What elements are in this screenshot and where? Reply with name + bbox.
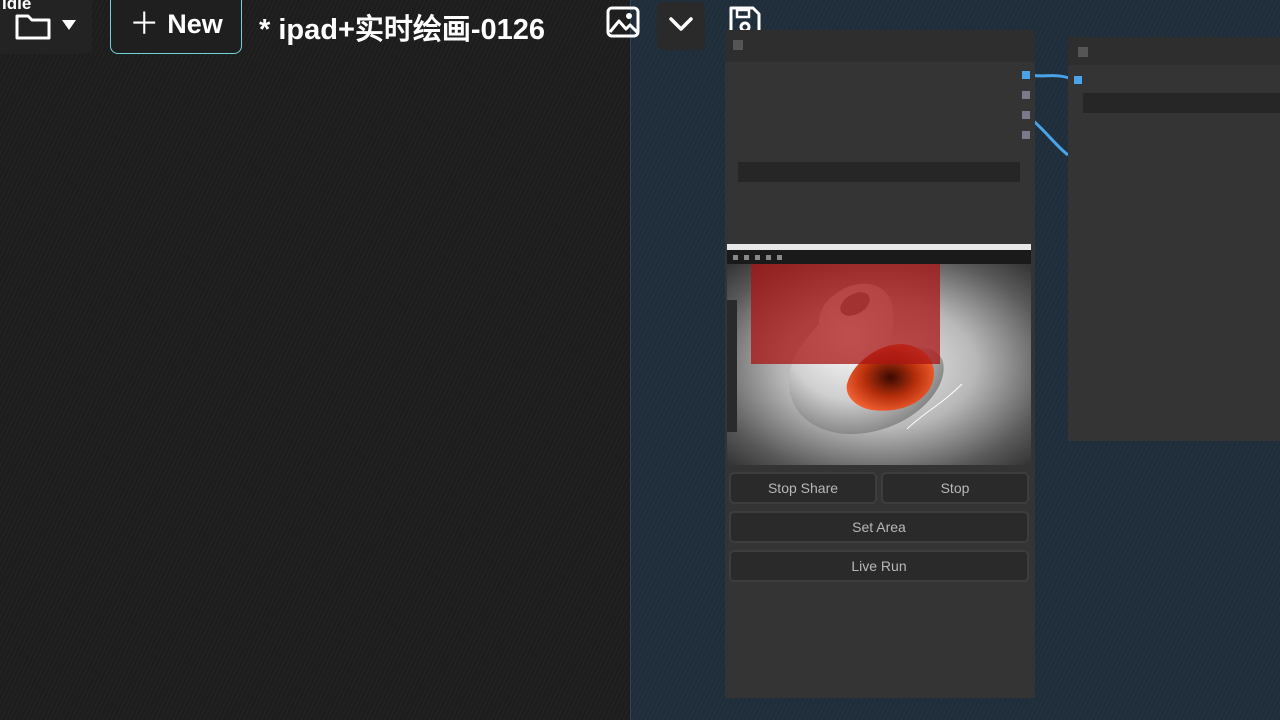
folder-icon <box>15 10 51 40</box>
workflow-title[interactable]: * ipad+实时绘画-0126 <box>259 6 545 48</box>
plus-icon: ＋ <box>129 7 160 41</box>
preview-app-toolbar <box>727 250 1031 264</box>
left-panel <box>0 0 630 720</box>
chevron-down-icon <box>668 16 694 37</box>
stop-share-button[interactable]: Stop Share <box>729 472 877 504</box>
node-header[interactable] <box>725 30 1035 62</box>
set-area-button[interactable]: Set Area <box>729 511 1029 543</box>
node-text-field[interactable] <box>738 162 1020 182</box>
node2-header[interactable] <box>1068 37 1280 65</box>
capture-area-selection[interactable] <box>751 264 940 364</box>
image-button[interactable] <box>600 0 646 48</box>
node-collapse-toggle[interactable] <box>733 40 743 50</box>
downstream-node[interactable] <box>1068 37 1280 441</box>
output-port-2[interactable] <box>1022 91 1030 99</box>
new-workflow-button[interactable]: ＋ New <box>110 0 242 54</box>
input-port-1[interactable] <box>1074 76 1082 84</box>
output-port-1[interactable] <box>1022 71 1030 79</box>
image-icon <box>605 4 641 45</box>
node2-text-field[interactable] <box>1083 93 1280 113</box>
output-port-3[interactable] <box>1022 111 1030 119</box>
preview-side-toolbar <box>727 300 737 432</box>
live-run-button[interactable]: Live Run <box>729 550 1029 582</box>
caret-down-icon <box>61 19 77 31</box>
more-options-button[interactable] <box>657 2 705 50</box>
screen-share-node[interactable]: Stop Share Stop Set Area Live Run <box>725 30 1035 698</box>
screen-preview[interactable] <box>727 264 1031 465</box>
new-button-label: New <box>167 9 223 39</box>
status-label: Idle <box>2 0 32 13</box>
stop-button[interactable]: Stop <box>881 472 1029 504</box>
node2-collapse-toggle[interactable] <box>1078 47 1088 57</box>
output-port-4[interactable] <box>1022 131 1030 139</box>
